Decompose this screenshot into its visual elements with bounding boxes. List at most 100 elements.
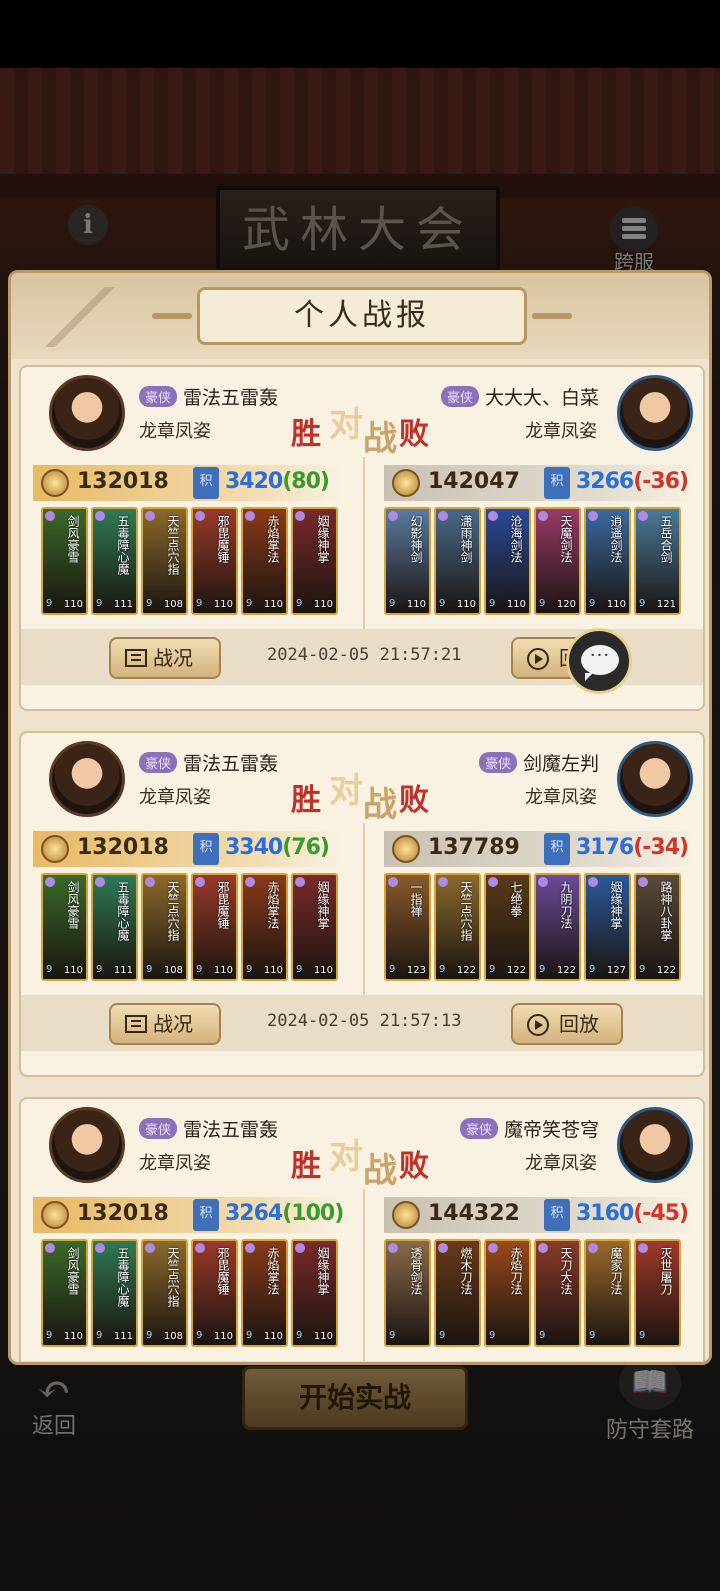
divider	[363, 1189, 365, 1362]
hero-card[interactable]: 天刀大法 9	[534, 1239, 581, 1347]
star-icon: 9	[246, 964, 253, 975]
quality-gem-icon	[388, 511, 398, 521]
player-avatar[interactable]	[617, 375, 693, 451]
score-icon: 积	[193, 1199, 219, 1231]
hero-card[interactable]: 赤焰掌法 9 110	[241, 507, 288, 615]
hero-skill-name: 剑风豪雪	[66, 1247, 80, 1295]
hero-card[interactable]: 一指禅 9 123	[384, 873, 431, 981]
player-avatar[interactable]	[49, 1107, 125, 1183]
player-name-row: 豪侠 魔帝笑苍穹	[459, 1115, 599, 1142]
hero-card[interactable]: 七绝拳 9 122	[484, 873, 531, 981]
star-icon: 9	[589, 1330, 596, 1341]
hero-skill-name: 赤焰掌法	[266, 1247, 280, 1295]
hero-card[interactable]: 路神八卦掌 9 122	[634, 873, 681, 981]
score-value: 3340	[225, 835, 283, 860]
hero-card[interactable]: 赤焰刀法 9	[484, 1239, 531, 1347]
power-icon	[41, 1201, 69, 1229]
hero-level: 127	[606, 965, 626, 976]
battle-time: 2024-02-05 21:57:13	[267, 1011, 462, 1031]
hero-skill-name: 沧海剑法	[509, 515, 523, 563]
player-name-row: 豪侠 雷法五雷轰	[139, 749, 278, 776]
hero-card[interactable]: 天魔剑法 9 120	[534, 507, 581, 615]
star-icon: 9	[539, 598, 546, 609]
record-list[interactable]: 豪侠 雷法五雷轰 龙章凤姿 132018 积 3420(80) 剑风豪雪 9 110 五毒障心魔 9…	[11, 359, 709, 1362]
hero-card[interactable]: 五毒障心魔 9 111	[91, 507, 138, 615]
panel-title: 个人战报	[152, 287, 572, 345]
hero-card[interactable]: 姻缘神掌 9 127	[584, 873, 631, 981]
star-icon: 9	[389, 964, 396, 975]
hero-skill-name: 灭世屠刀	[659, 1247, 673, 1295]
hero-level: 110	[213, 965, 233, 976]
hero-card[interactable]: 五毒障心魔 9 111	[91, 1239, 138, 1347]
hero-card[interactable]: 剑风豪雪 9 110	[41, 873, 88, 981]
battle-report-panel: 个人战报 豪侠 雷法五雷轰 龙章凤姿 132018 积 3420(80) 剑风豪雪 9 110 五…	[8, 270, 712, 1365]
player-avatar[interactable]	[617, 741, 693, 817]
hero-level: 108	[163, 599, 183, 610]
quality-gem-icon	[638, 1243, 648, 1253]
hero-skill-name: 天竺点穴指	[166, 1247, 180, 1307]
replay-button[interactable]: 回放	[511, 1003, 623, 1045]
quality-gem-icon	[388, 877, 398, 887]
hero-card[interactable]: 邪毘魔锤 9 110	[191, 507, 238, 615]
star-icon: 9	[639, 598, 646, 609]
player-name: 雷法五雷轰	[183, 753, 279, 775]
player-avatar[interactable]	[49, 741, 125, 817]
star-icon: 9	[539, 964, 546, 975]
title-badge: 豪侠	[459, 1118, 498, 1139]
hero-card[interactable]: 剑风豪雪 9 110	[41, 1239, 88, 1347]
hero-card[interactable]: 赤焰掌法 9 110	[241, 873, 288, 981]
star-icon: 9	[489, 1330, 496, 1341]
hero-card[interactable]: 天竺点穴指 9 108	[141, 1239, 188, 1347]
hero-card[interactable]: 逍遥剑法 9 110	[584, 507, 631, 615]
hero-card[interactable]: 沧海剑法 9 110	[484, 507, 531, 615]
quality-gem-icon	[295, 877, 305, 887]
hero-card[interactable]: 姻缘神掌 9 110	[291, 873, 338, 981]
vs-label: 对	[329, 405, 363, 445]
hero-card[interactable]: 透骨剑法 9	[384, 1239, 431, 1347]
player-avatar[interactable]	[49, 375, 125, 451]
hero-card[interactable]: 邪毘魔锤 9 110	[191, 1239, 238, 1347]
hero-card[interactable]: 五毒障心魔 9 111	[91, 873, 138, 981]
player-avatar[interactable]	[617, 1107, 693, 1183]
report-icon	[125, 1015, 147, 1033]
hero-card[interactable]: 姻缘神掌 9 110	[291, 507, 338, 615]
quality-gem-icon	[438, 1243, 448, 1253]
hero-card[interactable]: 剑风豪雪 9 110	[41, 507, 88, 615]
battle-record-card: 豪侠 雷法五雷轰 龙章凤姿 132018 积 3340(76) 剑风豪雪 9 110 五毒障心魔 9…	[19, 731, 705, 1077]
hero-card[interactable]: 灭世屠刀 9	[634, 1239, 681, 1347]
hero-level: 110	[263, 599, 283, 610]
hero-skill-name: 赤焰刀法	[509, 1247, 523, 1295]
replay-label: 回放	[559, 1012, 599, 1036]
hero-lineup: 一指禅 9 123 天竺点穴指 9 122 七绝拳 9 122 九阴刀法 9 122 姻缘神掌 9 127 路…	[384, 873, 681, 983]
hero-card[interactable]: 潇雨神剑 9 110	[434, 507, 481, 615]
hero-card[interactable]: 幻影神剑 9 110	[384, 507, 431, 615]
hero-skill-name: 天魔剑法	[559, 515, 573, 563]
hero-card[interactable]: 燃木刀法 9	[434, 1239, 481, 1347]
hero-skill-name: 姻缘神掌	[316, 515, 330, 563]
rank-score: 3160(-45)	[576, 1201, 689, 1226]
battle-record-card: 豪侠 雷法五雷轰 龙章凤姿 132018 积 3264(100) 剑风豪雪 9 110 五毒障心魔…	[19, 1097, 705, 1362]
star-icon: 9	[296, 1330, 303, 1341]
hero-skill-name: 邪毘魔锤	[216, 515, 230, 563]
vs-label: 战	[363, 785, 397, 825]
hero-card[interactable]: 九阴刀法 9 122	[534, 873, 581, 981]
hero-card[interactable]: 姻缘神掌 9 110	[291, 1239, 338, 1347]
hero-card[interactable]: 赤焰掌法 9 110	[241, 1239, 288, 1347]
hero-card[interactable]: 天竺点穴指 9 122	[434, 873, 481, 981]
battle-report-button[interactable]: 战况	[109, 1003, 221, 1045]
star-icon: 9	[439, 964, 446, 975]
battle-report-button[interactable]: 战况	[109, 637, 221, 679]
hero-card[interactable]: 邪毘魔锤 9 110	[191, 873, 238, 981]
chat-button[interactable]: ···	[566, 628, 632, 694]
vs-label: 战	[363, 1151, 397, 1191]
hero-card[interactable]: 魔家刀法 9	[584, 1239, 631, 1347]
hero-level: 108	[163, 965, 183, 976]
hero-card[interactable]: 五岳合剑 9 121	[634, 507, 681, 615]
hero-card[interactable]: 天竺点穴指 9 108	[141, 873, 188, 981]
player-name: 大大大、白菜	[484, 387, 599, 409]
quality-gem-icon	[245, 511, 255, 521]
quality-gem-icon	[145, 877, 155, 887]
hero-lineup: 幻影神剑 9 110 潇雨神剑 9 110 沧海剑法 9 110 天魔剑法 9 120 逍遥剑法 9 110…	[384, 507, 681, 617]
power-icon	[392, 469, 420, 497]
hero-card[interactable]: 天竺点穴指 9 108	[141, 507, 188, 615]
